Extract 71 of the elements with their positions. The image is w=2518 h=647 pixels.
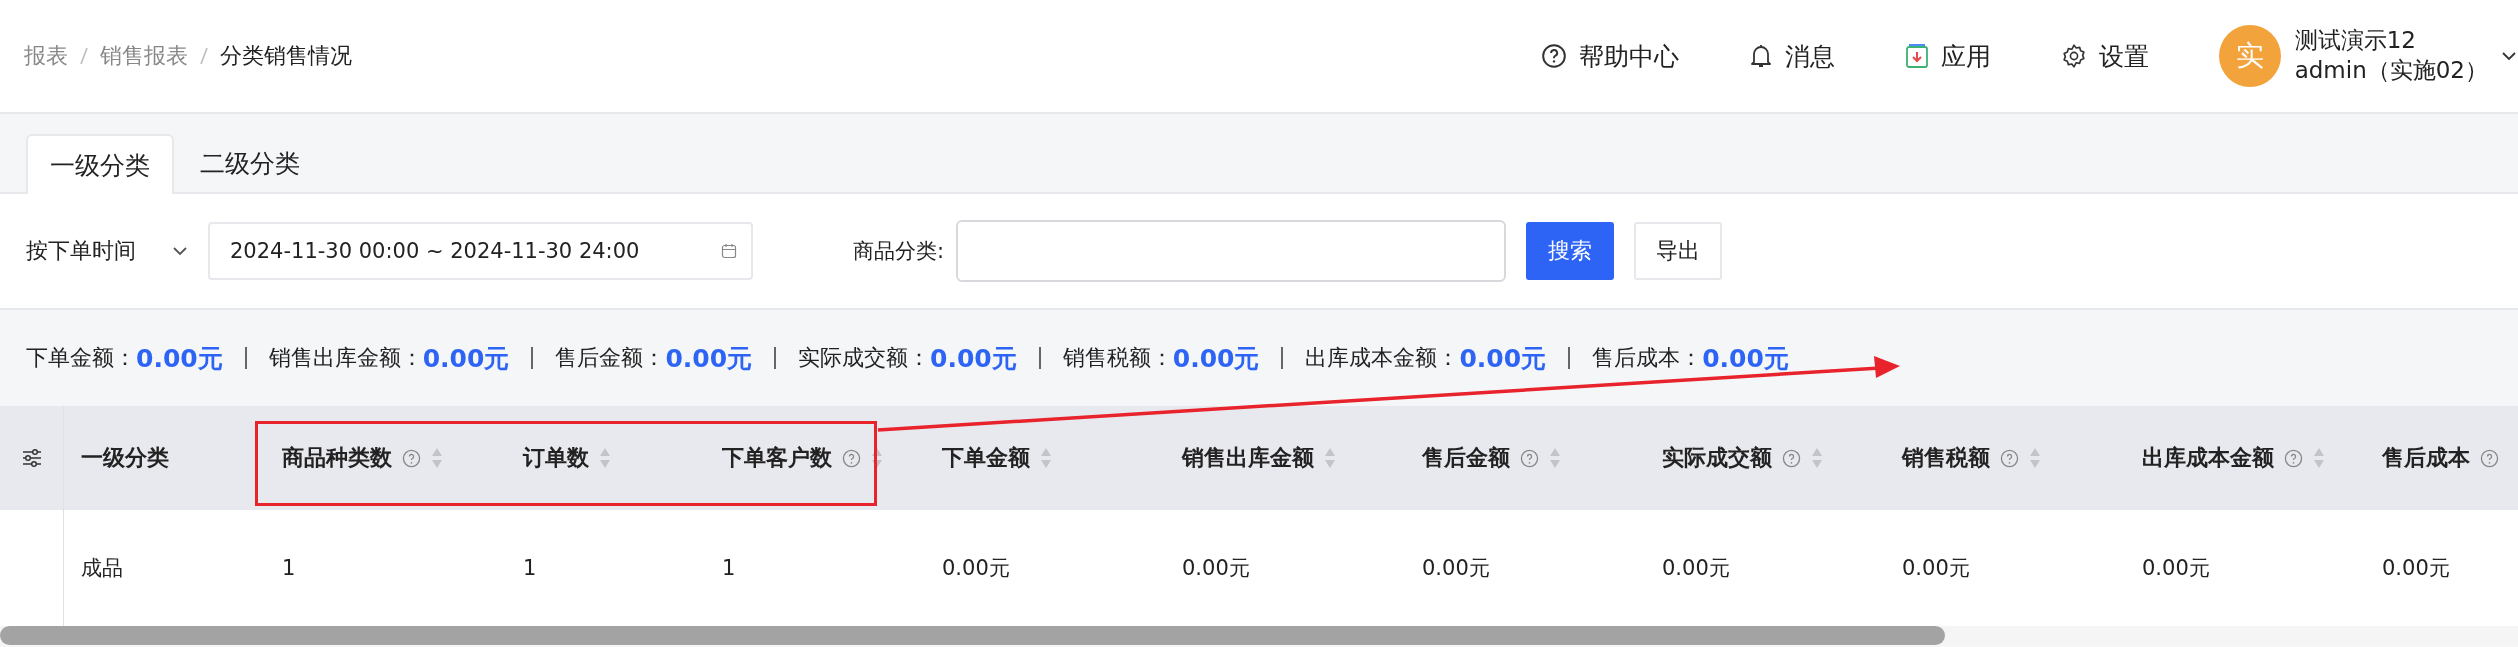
category-input[interactable] [956, 220, 1507, 282]
summary-label: 实际成交额： [798, 344, 931, 372]
summary-value: 0.00元 [422, 342, 510, 375]
column-header: 销售税额 [1902, 444, 1990, 472]
summary-value: 0.00元 [665, 342, 753, 375]
summary-value: 0.00元 [1172, 342, 1260, 375]
column-header: 下单金额 [942, 444, 1030, 472]
settings-icon [2060, 43, 2087, 69]
header-action[interactable]: 帮助中心 [1540, 39, 1679, 73]
slash-icon [200, 47, 208, 65]
table-cell: 1 [282, 556, 296, 580]
table-cell-text: 0.00元 [1422, 555, 1490, 582]
header-action[interactable]: 应用 [1904, 39, 1991, 73]
help-icon [1782, 448, 1801, 468]
column-header: 售后成本 [2382, 444, 2470, 472]
sort-icon[interactable] [871, 447, 883, 469]
caret-icon[interactable] [2502, 51, 2516, 61]
summary-value: 0.00元 [136, 342, 223, 375]
table-cell-text: 0.00元 [1182, 555, 1250, 582]
download-box-icon [1904, 43, 1929, 69]
summary-value: 0.00元 [930, 342, 1017, 375]
export-button[interactable]: 导出 [1634, 222, 1723, 280]
summary-label: 售后金额： [555, 344, 666, 372]
breadcrumb-item: 分类销售情况 [220, 42, 352, 70]
tab[interactable]: 二级分类 [178, 134, 322, 192]
search-button[interactable]: 搜索 [1526, 222, 1615, 280]
user-name: 测试演示12 [2294, 26, 2417, 56]
column-header: 实际成交额 [1662, 444, 1772, 472]
help-icon [402, 448, 421, 468]
table-cell-text: 0.00元 [2142, 555, 2210, 582]
breadcrumb-item[interactable]: 销售报表 [100, 41, 188, 71]
summary-value: 0.00元 [1459, 342, 1547, 375]
table-cell-text: 0.00元 [1902, 555, 1970, 582]
table-cell: 1 [523, 556, 537, 580]
summary-label: 销售出库金额： [268, 344, 423, 372]
column-header: 出库成本金额 [2142, 444, 2274, 472]
help-icon [2284, 448, 2303, 468]
help-icon [2480, 448, 2499, 468]
column-header: 售后金额 [1422, 444, 1510, 472]
bell-icon [1748, 43, 1773, 69]
table-cell-text: 成品 [81, 555, 123, 582]
help-icon [842, 448, 861, 468]
help-icon [1540, 43, 1567, 69]
tab[interactable]: 一级分类 [26, 134, 174, 194]
column-header: 下单客户数 [722, 444, 832, 472]
table-cell-text: 0.00元 [1662, 555, 1730, 582]
table-cell-text: 0.00元 [942, 555, 1010, 582]
breadcrumb-item[interactable]: 报表 [24, 41, 68, 71]
summary-label: 出库成本金额： [1305, 344, 1460, 372]
time-mode-dropdown[interactable]: 按下单时间 [26, 236, 188, 266]
header-action[interactable]: 设置 [2060, 39, 2149, 73]
table-cell: 1 [722, 556, 736, 580]
summary-label: 售后成本： [1592, 344, 1703, 372]
category-label: 商品分类: [853, 238, 945, 265]
help-icon [2000, 448, 2019, 468]
chevron-down-icon [172, 246, 188, 256]
summary-value: 0.00元 [1702, 342, 1789, 375]
column-header: 商品种类数 [282, 444, 392, 472]
help-icon [1520, 448, 1539, 468]
table-cell-text: 0.00元 [2382, 555, 2450, 582]
horizontal-scrollbar[interactable] [0, 626, 1945, 645]
column-header: 销售出库金额 [1182, 444, 1314, 472]
column-header: 订单数 [523, 444, 589, 472]
header-action[interactable]: 消息 [1748, 39, 1835, 73]
date-range-field[interactable]: 2024-11-30 00:00 ~ 2024-11-30 24:00 [208, 222, 753, 280]
calendar-icon [721, 243, 737, 259]
user-account: admin（实施02） [2294, 56, 2488, 85]
slash-icon [80, 47, 88, 65]
column-header: 一级分类 [81, 444, 169, 472]
summary-label: 销售税额： [1062, 344, 1173, 372]
summary-label: 下单金额： [26, 344, 136, 372]
